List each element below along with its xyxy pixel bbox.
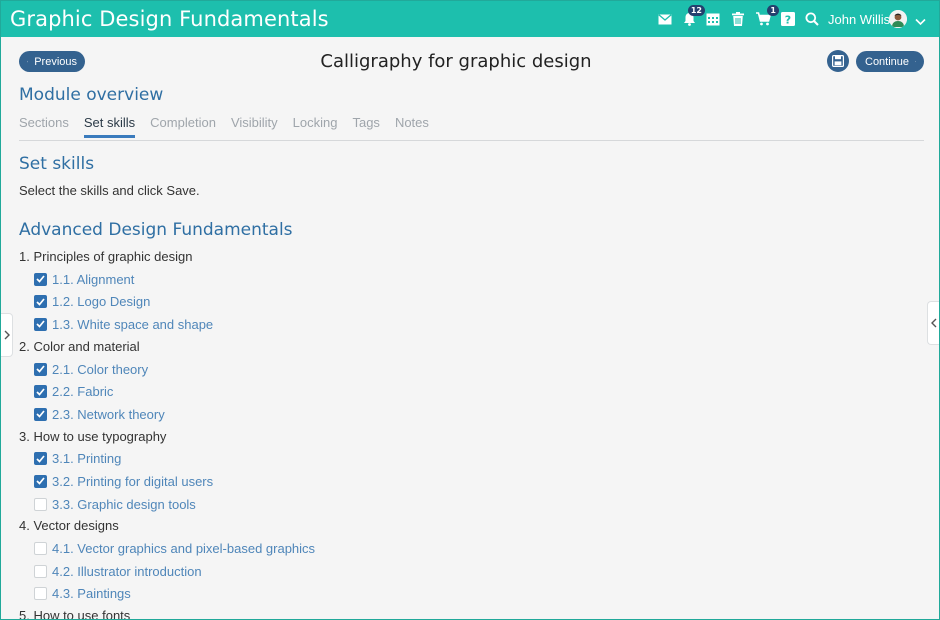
skill-label[interactable]: 2.3. Network theory	[52, 407, 165, 422]
skill-group-title: 4. Vector designs	[19, 518, 119, 534]
continue-label: Continue	[865, 55, 910, 68]
chevron-down-icon[interactable]	[915, 13, 926, 31]
calendar-icon[interactable]	[705, 11, 721, 27]
checkbox-checked[interactable]	[34, 385, 47, 399]
tabs-divider	[19, 140, 924, 141]
cart-icon[interactable]: 1	[755, 5, 779, 27]
tab-sections[interactable]: Sections	[19, 115, 69, 138]
skill-item[interactable]: 2.1. Color theory	[19, 358, 315, 381]
skill-label[interactable]: 3.2. Printing for digital users	[52, 474, 213, 489]
skill-label[interactable]: 2.2. Fabric	[52, 384, 113, 399]
save-button[interactable]	[827, 50, 849, 72]
checkbox-unchecked[interactable]	[34, 542, 47, 556]
skill-item[interactable]: 2.2. Fabric	[19, 380, 315, 403]
user-avatar[interactable]	[889, 10, 907, 28]
app-window: Graphic Design Fundamentals 12 1 ? John …	[0, 0, 940, 620]
check-icon	[36, 275, 45, 284]
mail-icon[interactable]	[657, 11, 673, 27]
checkbox-checked[interactable]	[34, 272, 47, 286]
check-icon	[36, 320, 45, 329]
skill-item[interactable]: 2.3. Network theory	[19, 403, 315, 426]
set-skills-heading: Set skills	[19, 154, 95, 174]
tab-notes[interactable]: Notes	[395, 115, 429, 138]
page-title: Calligraphy for graphic design	[320, 51, 592, 72]
skill-group-title: 1. Principles of graphic design	[19, 249, 193, 264]
tab-tags[interactable]: Tags	[352, 115, 379, 138]
skill-item[interactable]: 3.1. Printing	[19, 448, 315, 471]
checkbox-checked[interactable]	[34, 295, 47, 309]
search-icon[interactable]	[804, 11, 820, 27]
trash-icon[interactable]	[730, 11, 746, 27]
tab-visibility[interactable]: Visibility	[231, 115, 278, 138]
notification-badge: 12	[687, 5, 705, 16]
skill-label[interactable]: 1.3. White space and shape	[52, 317, 213, 332]
save-icon	[832, 55, 844, 67]
checkbox-checked[interactable]	[34, 362, 47, 376]
skill-label[interactable]: 1.2. Logo Design	[52, 294, 150, 309]
skill-item[interactable]: 1.1. Alignment	[19, 268, 315, 291]
module-tabs: Sections Set skills Completion Visibility Lo…	[19, 115, 444, 138]
tab-completion[interactable]: Completion	[150, 115, 216, 138]
check-icon	[36, 388, 45, 396]
checkbox-checked[interactable]	[34, 452, 47, 466]
check-icon	[36, 455, 45, 463]
skill-group-title: 2. Color and material	[19, 338, 140, 354]
chevron-right-icon	[4, 330, 10, 340]
cart-badge: 1	[767, 5, 779, 16]
instructions-text: Select the skills and click Save.	[19, 183, 200, 198]
left-drawer-handle[interactable]	[1, 313, 13, 357]
module-overview-heading: Module overview	[19, 85, 164, 105]
skill-label[interactable]: 4.1. Vector graphics and pixel-based gra…	[52, 541, 315, 556]
skill-label[interactable]: 1.1. Alignment	[52, 272, 134, 287]
app-title[interactable]: Graphic Design Fundamentals	[10, 7, 329, 31]
right-drawer-handle[interactable]	[927, 301, 939, 345]
checkbox-checked[interactable]	[34, 317, 47, 331]
skills-list: 1. Principles of graphic design 1.1. Alig…	[19, 246, 315, 620]
check-icon	[36, 365, 45, 373]
skill-group-title: 3. How to use typography	[19, 428, 167, 444]
skill-item[interactable]: 1.2. Logo Design	[19, 291, 315, 314]
main-content: Previous Calligraphy for graphic design …	[1, 37, 939, 619]
chevron-right-icon	[915, 60, 916, 63]
checkbox-unchecked[interactable]	[34, 587, 47, 601]
skill-item[interactable]: 3.2. Printing for digital users	[19, 470, 315, 493]
skill-label[interactable]: 2.1. Color theory	[52, 362, 148, 377]
help-icon[interactable]: ?	[780, 11, 796, 27]
skill-label[interactable]: 3.3. Graphic design tools	[52, 497, 196, 512]
skill-item[interactable]: 4.3. Paintings	[19, 583, 315, 606]
check-icon	[36, 477, 45, 486]
skill-label[interactable]: 3.1. Printing	[52, 451, 121, 466]
framework-title: Advanced Design Fundamentals	[19, 220, 293, 240]
svg-text:?: ?	[785, 14, 791, 27]
top-bar: Graphic Design Fundamentals 12 1 ? John …	[1, 1, 939, 37]
continue-button[interactable]: Continue	[856, 51, 924, 72]
user-name[interactable]: John Willis	[828, 12, 890, 27]
skill-item[interactable]: 1.3. White space and shape	[19, 313, 315, 336]
check-icon	[36, 410, 45, 419]
chevron-left-icon	[930, 318, 936, 328]
skill-label[interactable]: 4.3. Paintings	[52, 586, 131, 601]
check-icon	[36, 298, 45, 306]
tab-locking[interactable]: Locking	[293, 115, 338, 138]
skill-label[interactable]: 4.2. Illustrator introduction	[52, 564, 202, 579]
skill-item[interactable]: 4.2. Illustrator introduction	[19, 560, 315, 583]
checkbox-unchecked[interactable]	[34, 497, 47, 511]
skill-group-title: 5. How to use fonts	[19, 608, 131, 620]
bell-icon[interactable]: 12	[681, 5, 705, 27]
checkbox-checked[interactable]	[34, 407, 47, 421]
checkbox-unchecked[interactable]	[34, 564, 47, 578]
skill-item[interactable]: 4.1. Vector graphics and pixel-based gra…	[19, 537, 315, 560]
tab-set-skills[interactable]: Set skills	[83, 115, 136, 138]
checkbox-checked[interactable]	[34, 474, 47, 488]
skill-item[interactable]: 3.3. Graphic design tools	[19, 493, 315, 516]
